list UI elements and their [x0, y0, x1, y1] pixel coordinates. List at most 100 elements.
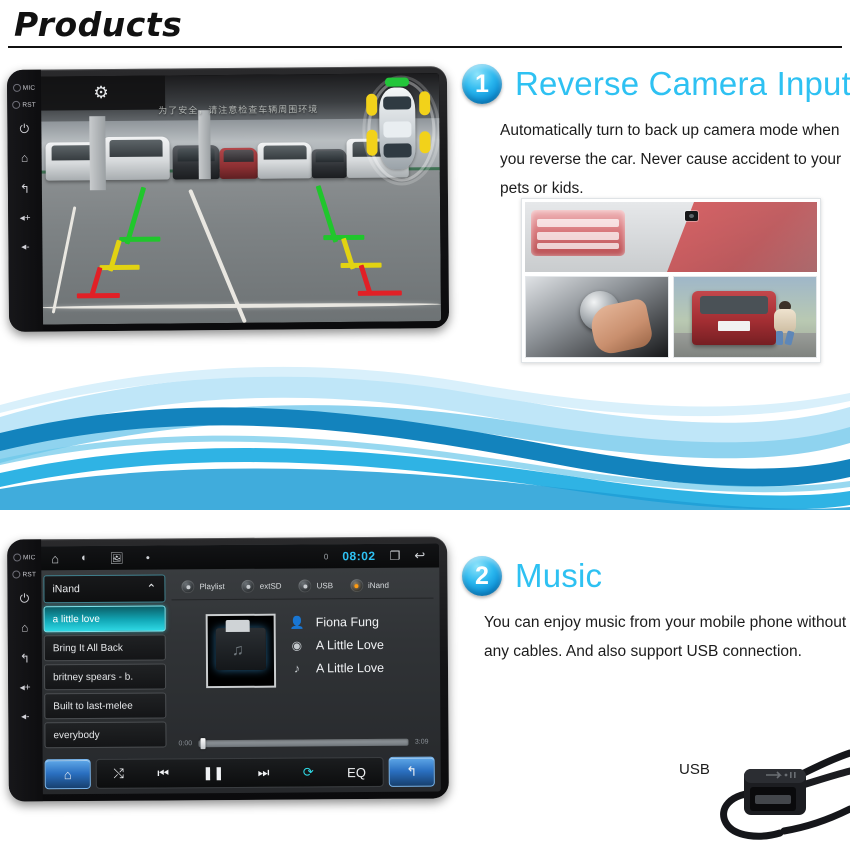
volume-down-icon[interactable]: ◂-: [10, 242, 40, 253]
elapsed-time: 0:00: [178, 739, 193, 747]
artist-row: 👤 Fiona Fung: [290, 615, 430, 630]
back-icon[interactable]: ↩: [414, 548, 425, 564]
collage-rear-camera-photo: [525, 202, 817, 272]
recents-icon[interactable]: ❐: [389, 549, 400, 563]
device-side-buttons: MIC RST ⏻ ⌂ ↰ ◂+ ◂-: [6, 69, 44, 332]
source-extsd[interactable]: extSD: [241, 579, 282, 593]
back-icon[interactable]: ↰: [10, 651, 40, 665]
feature-reverse-camera: 1 Reverse Camera Input Automatically tur…: [462, 64, 850, 203]
feature-2-header: 2 Music: [462, 556, 850, 596]
image-icon[interactable]: 🖼: [110, 551, 124, 564]
playlist-source-header[interactable]: iNand ⌃: [43, 574, 166, 604]
home-icon[interactable]: ⌂: [10, 151, 40, 165]
volume-up-icon[interactable]: ◂+: [10, 682, 40, 693]
album-art: ♫: [205, 613, 277, 689]
source-playlist[interactable]: Playlist: [181, 580, 225, 594]
status-clock: 08:02: [342, 548, 376, 564]
reset-dot-icon: [12, 100, 21, 109]
home-icon[interactable]: ⌂: [10, 620, 40, 634]
android-status-bar: ⌂ ◐ 🖼 ● 0 08:02 ❐ ↩: [37, 543, 440, 571]
collage-child-behind-car-photo: [673, 276, 817, 358]
title-divider: [8, 46, 842, 48]
previous-icon[interactable]: ⏮: [157, 765, 169, 781]
feature-music: 2 Music You can enjoy music from your mo…: [462, 556, 850, 666]
feature-2-body: You can enjoy music from your mobile pho…: [484, 614, 847, 660]
feature-1-header: 1 Reverse Camera Input: [462, 64, 850, 104]
note-icon: ♪: [293, 661, 301, 676]
shuffle-icon[interactable]: ⤭: [113, 766, 124, 782]
list-item[interactable]: Bring It All Back: [43, 634, 166, 662]
source-inand[interactable]: iNand: [349, 579, 389, 593]
feature-1-body: Automatically turn to back up camera mod…: [500, 122, 842, 197]
track-metadata: 👤 Fiona Fung ◉ A Little Love ♪ A Little …: [290, 615, 430, 676]
reset-dot-icon: [12, 570, 21, 579]
mic-dot-icon: [12, 553, 21, 562]
music-folder-icon: ♫: [215, 619, 267, 671]
reset-indicator[interactable]: RST: [9, 100, 39, 109]
playlist-source-label: iNand: [52, 583, 80, 596]
usb-cable-photo: [720, 749, 850, 840]
device-side-buttons-music: MIC RST ⏻ ⌂ ↰ ◂+ ◂-: [7, 539, 43, 802]
seek-bar-row[interactable]: 0:00 3:09: [178, 736, 429, 750]
mic-indicator: MIC: [9, 553, 39, 562]
list-item[interactable]: a little love: [43, 605, 166, 633]
artist-name: Fiona Fung: [315, 614, 379, 630]
feature-1-badge: 1: [462, 64, 502, 104]
eq-button[interactable]: EQ: [347, 765, 366, 780]
camera-feed-image: ⚙ 为了安全，请注意检查车辆周围环境: [36, 73, 442, 325]
parking-sensor-overlay: [361, 75, 441, 186]
disc-icon: ◉: [291, 638, 303, 653]
album-name: A Little Love: [315, 637, 384, 653]
seek-bar[interactable]: [198, 737, 409, 749]
feature-2-title: Music: [515, 557, 603, 594]
back-button[interactable]: ↰: [388, 756, 435, 787]
back-icon: ↰: [406, 763, 418, 779]
list-item[interactable]: britney spears - b.: [43, 663, 167, 691]
gear-icon[interactable]: ⚙: [93, 83, 108, 103]
volume-down-icon[interactable]: ◂-: [10, 711, 40, 722]
notification-count: 0: [323, 551, 329, 561]
source-selector[interactable]: Playlist extSD USB iNand: [171, 572, 434, 601]
decorative-wave-divider: [0, 366, 850, 510]
home-icon[interactable]: ⌂: [51, 551, 59, 566]
radio-icon: [181, 580, 195, 594]
reverse-camera-screen[interactable]: ⚙ 为了安全，请注意检查车辆周围环境: [36, 73, 442, 325]
total-time: 3:09: [414, 738, 429, 746]
track-name: A Little Love: [315, 660, 385, 676]
next-icon[interactable]: ⏭: [258, 765, 270, 781]
list-item[interactable]: Built to last-melee: [44, 692, 167, 720]
mic-indicator: MIC: [9, 83, 39, 92]
back-icon[interactable]: ↰: [10, 182, 40, 196]
reset-indicator[interactable]: RST: [9, 570, 39, 579]
home-icon: ⌂: [63, 766, 72, 782]
head-unit-device-camera: MIC RST ⏻ ⌂ ↰ ◂+ ◂- ⚙ 为了安全，请注意检查车辆周围环境: [6, 66, 450, 332]
radio-icon: [241, 579, 255, 593]
feature-2-badge: 2: [462, 556, 502, 596]
person-icon: 👤: [289, 615, 305, 630]
page-title: Products: [14, 5, 183, 44]
playlist-panel[interactable]: iNand ⌃ a little love Bring It All Back …: [43, 574, 167, 756]
chevron-up-icon[interactable]: ⌃: [146, 581, 156, 595]
mic-dot-icon: [12, 83, 21, 92]
music-player-screen[interactable]: ⌂ ◐ 🖼 ● 0 08:02 ❐ ↩ iNand ⌃ a little lov…: [37, 543, 441, 795]
seek-handle[interactable]: [200, 737, 206, 749]
now-playing-panel: Playlist extSD USB iNand ♫ 👤 Fiona Fung …: [171, 572, 434, 756]
rear-camera-module-icon: [685, 211, 698, 221]
head-unit-device-music: MIC RST ⏻ ⌂ ↰ ◂+ ◂- ⌂ ◐ 🖼 ● 0 08:02 ❐ ↩: [7, 536, 449, 802]
volume-up-icon[interactable]: ◂+: [10, 213, 40, 224]
playback-control-bar[interactable]: ⌂ ⤭ ⏮ ❚❚ ⏭ ⟳ EQ ↰: [44, 756, 435, 790]
power-icon[interactable]: ⏻: [9, 591, 39, 605]
source-usb[interactable]: USB: [298, 579, 334, 593]
home-button[interactable]: ⌂: [44, 758, 91, 790]
dot-icon: ●: [145, 554, 150, 562]
repeat-icon[interactable]: ⟳: [303, 764, 314, 780]
transport-controls[interactable]: ⤭ ⏮ ❚❚ ⏭ ⟳ EQ: [95, 756, 384, 789]
power-icon[interactable]: ⏻: [9, 122, 39, 136]
radio-icon: [298, 579, 312, 593]
pause-icon[interactable]: ❚❚: [202, 765, 224, 781]
list-item[interactable]: everybody: [44, 721, 167, 749]
brightness-icon[interactable]: ◐: [81, 552, 88, 564]
track-row: ♪ A Little Love: [290, 661, 430, 676]
album-row: ◉ A Little Love: [290, 638, 430, 653]
collage-gear-shifter-photo: [525, 276, 669, 358]
